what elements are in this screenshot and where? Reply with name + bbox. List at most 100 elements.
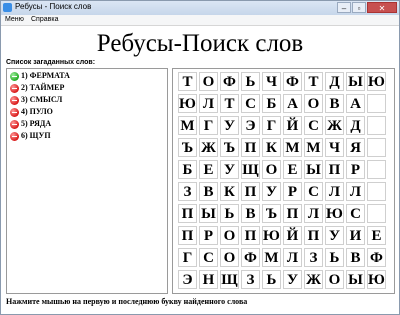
grid-cell[interactable]: Ф	[367, 248, 386, 267]
grid-cell[interactable]: Т	[304, 72, 323, 91]
menu-item-menu[interactable]: Меню	[5, 15, 24, 25]
grid-cell[interactable]: Ж	[304, 270, 323, 289]
grid-cell[interactable]: Г	[262, 116, 281, 135]
grid-cell[interactable]: Щ	[220, 270, 239, 289]
grid-cell[interactable]: Л	[346, 182, 365, 201]
grid-cell[interactable]: И	[346, 226, 365, 245]
grid-cell[interactable]: А	[346, 94, 365, 113]
grid-cell[interactable]	[367, 204, 386, 223]
grid-cell[interactable]: Й	[283, 116, 302, 135]
grid-cell[interactable]: Г	[178, 248, 197, 267]
close-button[interactable]: ✕	[367, 2, 397, 13]
grid-cell[interactable]: З	[304, 248, 323, 267]
grid-cell[interactable]: П	[241, 138, 260, 157]
grid-cell[interactable]: Я	[346, 138, 365, 157]
grid-cell[interactable]: Ю	[367, 270, 386, 289]
grid-cell[interactable]: С	[346, 204, 365, 223]
grid-cell[interactable]: С	[304, 182, 323, 201]
menu-item-help[interactable]: Справка	[31, 15, 58, 25]
grid-cell[interactable]: В	[346, 248, 365, 267]
grid-cell[interactable]: Л	[199, 94, 218, 113]
grid-cell[interactable]: Ь	[325, 248, 344, 267]
grid-cell[interactable]: Л	[283, 248, 302, 267]
grid-cell[interactable]: Ж	[325, 116, 344, 135]
grid-cell[interactable]: Ъ	[262, 204, 281, 223]
grid-cell[interactable]: Ъ	[178, 138, 197, 157]
minimize-button[interactable]: –	[337, 2, 351, 13]
grid-cell[interactable]: П	[178, 204, 197, 223]
grid-cell[interactable]: Э	[178, 270, 197, 289]
grid-cell[interactable]: Л	[325, 182, 344, 201]
grid-cell[interactable]: Ю	[262, 226, 281, 245]
grid-cell[interactable]: О	[325, 270, 344, 289]
grid-cell[interactable]: Ы	[304, 160, 323, 179]
grid-cell[interactable]: О	[220, 248, 239, 267]
grid-cell[interactable]: Ь	[220, 204, 239, 223]
grid-cell[interactable]: П	[241, 182, 260, 201]
grid-cell[interactable]: Ч	[262, 72, 281, 91]
grid-cell[interactable]: Т	[220, 94, 239, 113]
grid-cell[interactable]	[367, 138, 386, 157]
grid-cell[interactable]	[367, 160, 386, 179]
grid-cell[interactable]: Л	[304, 204, 323, 223]
grid-cell[interactable]	[367, 116, 386, 135]
grid-cell[interactable]: Е	[199, 160, 218, 179]
grid-cell[interactable]: Ч	[325, 138, 344, 157]
grid-cell[interactable]: Ф	[220, 72, 239, 91]
grid-cell[interactable]: К	[262, 138, 281, 157]
grid-cell[interactable]: М	[262, 248, 281, 267]
grid-cell[interactable]	[367, 94, 386, 113]
grid-cell[interactable]: Ы	[346, 270, 365, 289]
grid-cell[interactable]: Ж	[199, 138, 218, 157]
grid-cell[interactable]: Р	[199, 226, 218, 245]
grid-cell[interactable]: Ю	[325, 204, 344, 223]
grid-cell[interactable]: О	[199, 72, 218, 91]
title-bar[interactable]: Ребусы - Поиск слов – ▫ ✕	[1, 1, 399, 15]
grid-cell[interactable]: В	[325, 94, 344, 113]
grid-cell[interactable]: О	[220, 226, 239, 245]
grid-cell[interactable]: М	[283, 138, 302, 157]
grid-cell[interactable]: Н	[199, 270, 218, 289]
grid-cell[interactable]: Б	[262, 94, 281, 113]
grid-cell[interactable]: У	[283, 270, 302, 289]
grid-cell[interactable]: Е	[283, 160, 302, 179]
grid-cell[interactable]: Р	[346, 160, 365, 179]
grid-cell[interactable]: З	[241, 270, 260, 289]
grid-cell[interactable]: Э	[241, 116, 260, 135]
grid-cell[interactable]: В	[199, 182, 218, 201]
grid-cell[interactable]: Ю	[367, 72, 386, 91]
grid-cell[interactable]: П	[241, 226, 260, 245]
grid-cell[interactable]: Ь	[241, 72, 260, 91]
grid-cell[interactable]: С	[199, 248, 218, 267]
grid-cell[interactable]: В	[241, 204, 260, 223]
grid-cell[interactable]: Й	[283, 226, 302, 245]
grid-cell[interactable]: Щ	[241, 160, 260, 179]
grid-cell[interactable]: Ф	[241, 248, 260, 267]
grid-cell[interactable]: Ы	[346, 72, 365, 91]
grid-cell[interactable]: О	[304, 94, 323, 113]
grid-cell[interactable]: Г	[199, 116, 218, 135]
grid-cell[interactable]: У	[262, 182, 281, 201]
grid-cell[interactable]: П	[304, 226, 323, 245]
grid-cell[interactable]	[367, 182, 386, 201]
grid-cell[interactable]: П	[325, 160, 344, 179]
grid-cell[interactable]: У	[220, 116, 239, 135]
grid-cell[interactable]: М	[304, 138, 323, 157]
grid-cell[interactable]: У	[220, 160, 239, 179]
grid-cell[interactable]: Ю	[178, 94, 197, 113]
grid-cell[interactable]: Д	[325, 72, 344, 91]
grid-cell[interactable]: П	[283, 204, 302, 223]
maximize-button[interactable]: ▫	[352, 2, 366, 13]
grid-cell[interactable]: К	[220, 182, 239, 201]
grid-cell[interactable]: Д	[346, 116, 365, 135]
grid-cell[interactable]: С	[304, 116, 323, 135]
grid-cell[interactable]: З	[178, 182, 197, 201]
grid-cell[interactable]: Р	[283, 182, 302, 201]
grid-cell[interactable]: Ь	[262, 270, 281, 289]
grid-cell[interactable]: У	[325, 226, 344, 245]
grid-cell[interactable]: М	[178, 116, 197, 135]
grid-cell[interactable]: С	[241, 94, 260, 113]
grid-cell[interactable]: О	[262, 160, 281, 179]
grid-cell[interactable]: Ф	[283, 72, 302, 91]
grid-cell[interactable]: Е	[367, 226, 386, 245]
